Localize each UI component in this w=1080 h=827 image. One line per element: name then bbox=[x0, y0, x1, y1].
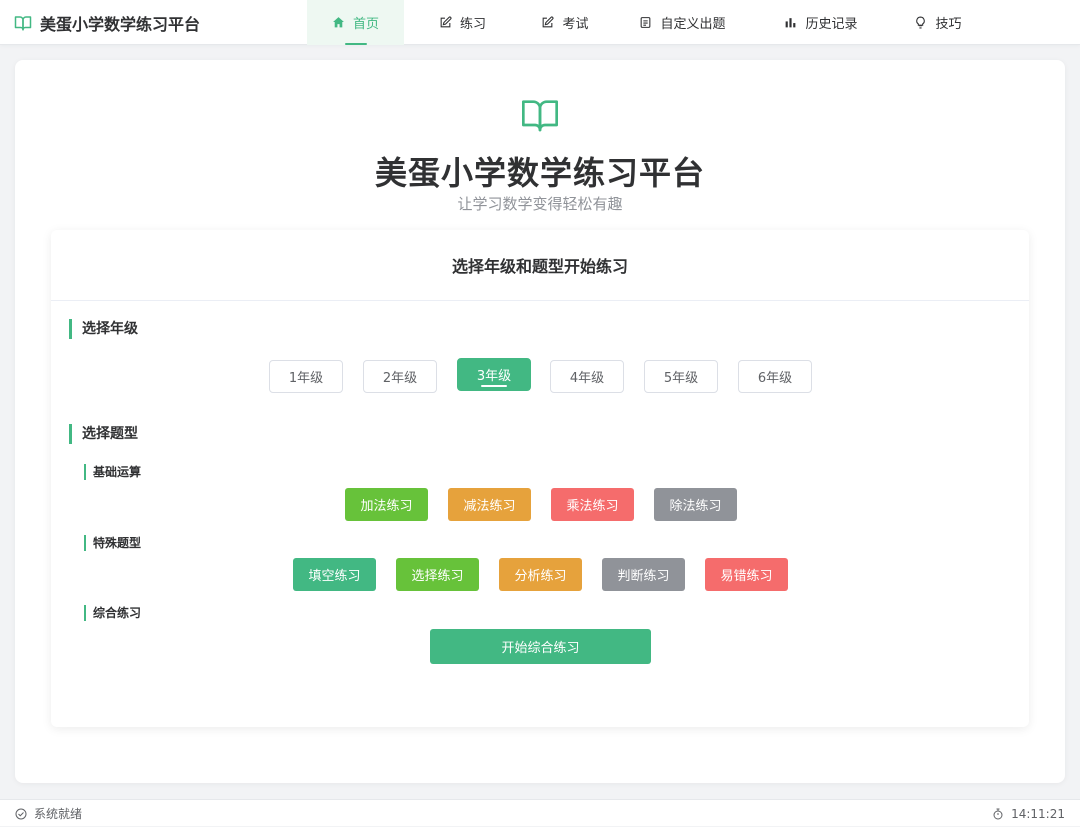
nav-item-history[interactable]: 历史记录 bbox=[756, 0, 886, 45]
nav-item-home[interactable]: 首页 bbox=[307, 0, 404, 45]
main-nav: 首页 练习 考试 自定义出题 历史记录 技巧 bbox=[307, 0, 990, 45]
status-bar: 系统就绪 14:11:21 bbox=[0, 799, 1080, 826]
top-navbar: 美蛋小学数学练习平台 首页 练习 考试 自定义出题 历史记录 技巧 bbox=[0, 0, 1080, 45]
document-icon bbox=[639, 16, 652, 29]
nav-item-label: 练习 bbox=[459, 17, 486, 32]
grade-button-2[interactable]: 2年级 bbox=[363, 360, 437, 393]
status-indicator: 系统就绪 bbox=[15, 800, 82, 827]
clock-time: 14:11:21 bbox=[1011, 806, 1065, 821]
nav-item-practice[interactable]: 练习 bbox=[404, 0, 521, 45]
page-subtitle: 让学习数学变得轻松有趣 bbox=[457, 195, 623, 213]
page-title: 美蛋小学数学练习平台 bbox=[374, 154, 705, 192]
grade-button-1[interactable]: 1年级 bbox=[269, 360, 343, 393]
nav-item-label: 技巧 bbox=[935, 17, 962, 32]
basic-ops-title: 基础运算 bbox=[84, 464, 141, 480]
error-prone-practice-button[interactable]: 易错练习 bbox=[705, 558, 788, 591]
lightbulb-icon bbox=[914, 16, 927, 29]
fill-blank-practice-button[interactable]: 填空练习 bbox=[293, 558, 376, 591]
clock: 14:11:21 bbox=[992, 800, 1065, 827]
practice-card: 选择年级和题型开始练习 选择年级 1年级 2年级 3年级 4年级 5年级 6年级… bbox=[51, 230, 1029, 727]
choice-practice-button[interactable]: 选择练习 bbox=[396, 558, 479, 591]
judgment-practice-button[interactable]: 判断练习 bbox=[602, 558, 685, 591]
nav-item-label: 考试 bbox=[562, 17, 589, 32]
stopwatch-icon bbox=[992, 808, 1004, 820]
nav-item-tips[interactable]: 技巧 bbox=[886, 0, 990, 45]
comprehensive-title: 综合练习 bbox=[84, 605, 141, 621]
nav-item-label: 历史记录 bbox=[805, 17, 858, 32]
nav-item-custom[interactable]: 自定义出题 bbox=[609, 0, 756, 45]
home-icon bbox=[332, 16, 345, 29]
start-comprehensive-button[interactable]: 开始综合练习 bbox=[430, 629, 651, 664]
grade-button-4[interactable]: 4年级 bbox=[550, 360, 624, 393]
nav-item-exam[interactable]: 考试 bbox=[521, 0, 609, 45]
status-text: 系统就绪 bbox=[34, 807, 83, 821]
addition-practice-button[interactable]: 加法练习 bbox=[345, 488, 428, 521]
grade-section-title: 选择年级 bbox=[69, 319, 138, 339]
special-types-title: 特殊题型 bbox=[84, 535, 141, 551]
card-header: 选择年级和题型开始练习 bbox=[51, 230, 1029, 301]
edit-icon bbox=[439, 16, 452, 29]
edit-icon bbox=[541, 16, 554, 29]
main-panel: 美蛋小学数学练习平台 让学习数学变得轻松有趣 选择年级和题型开始练习 选择年级 … bbox=[15, 60, 1065, 783]
brand-title: 美蛋小学数学练习平台 bbox=[40, 14, 201, 34]
check-circle-icon bbox=[15, 808, 27, 820]
grade-button-3[interactable]: 3年级 bbox=[457, 358, 531, 391]
book-icon bbox=[14, 14, 32, 32]
open-book-icon bbox=[520, 95, 560, 135]
analysis-practice-button[interactable]: 分析练习 bbox=[499, 558, 582, 591]
nav-item-label: 自定义出题 bbox=[660, 17, 726, 32]
grade-button-6[interactable]: 6年级 bbox=[738, 360, 812, 393]
bar-chart-icon bbox=[784, 16, 797, 29]
multiplication-practice-button[interactable]: 乘法练习 bbox=[551, 488, 634, 521]
nav-item-label: 首页 bbox=[352, 17, 379, 32]
type-section-title: 选择题型 bbox=[69, 424, 138, 444]
division-practice-button[interactable]: 除法练习 bbox=[654, 488, 737, 521]
grade-button-5[interactable]: 5年级 bbox=[644, 360, 718, 393]
subtraction-practice-button[interactable]: 减法练习 bbox=[448, 488, 531, 521]
brand[interactable]: 美蛋小学数学练习平台 bbox=[14, 0, 200, 45]
